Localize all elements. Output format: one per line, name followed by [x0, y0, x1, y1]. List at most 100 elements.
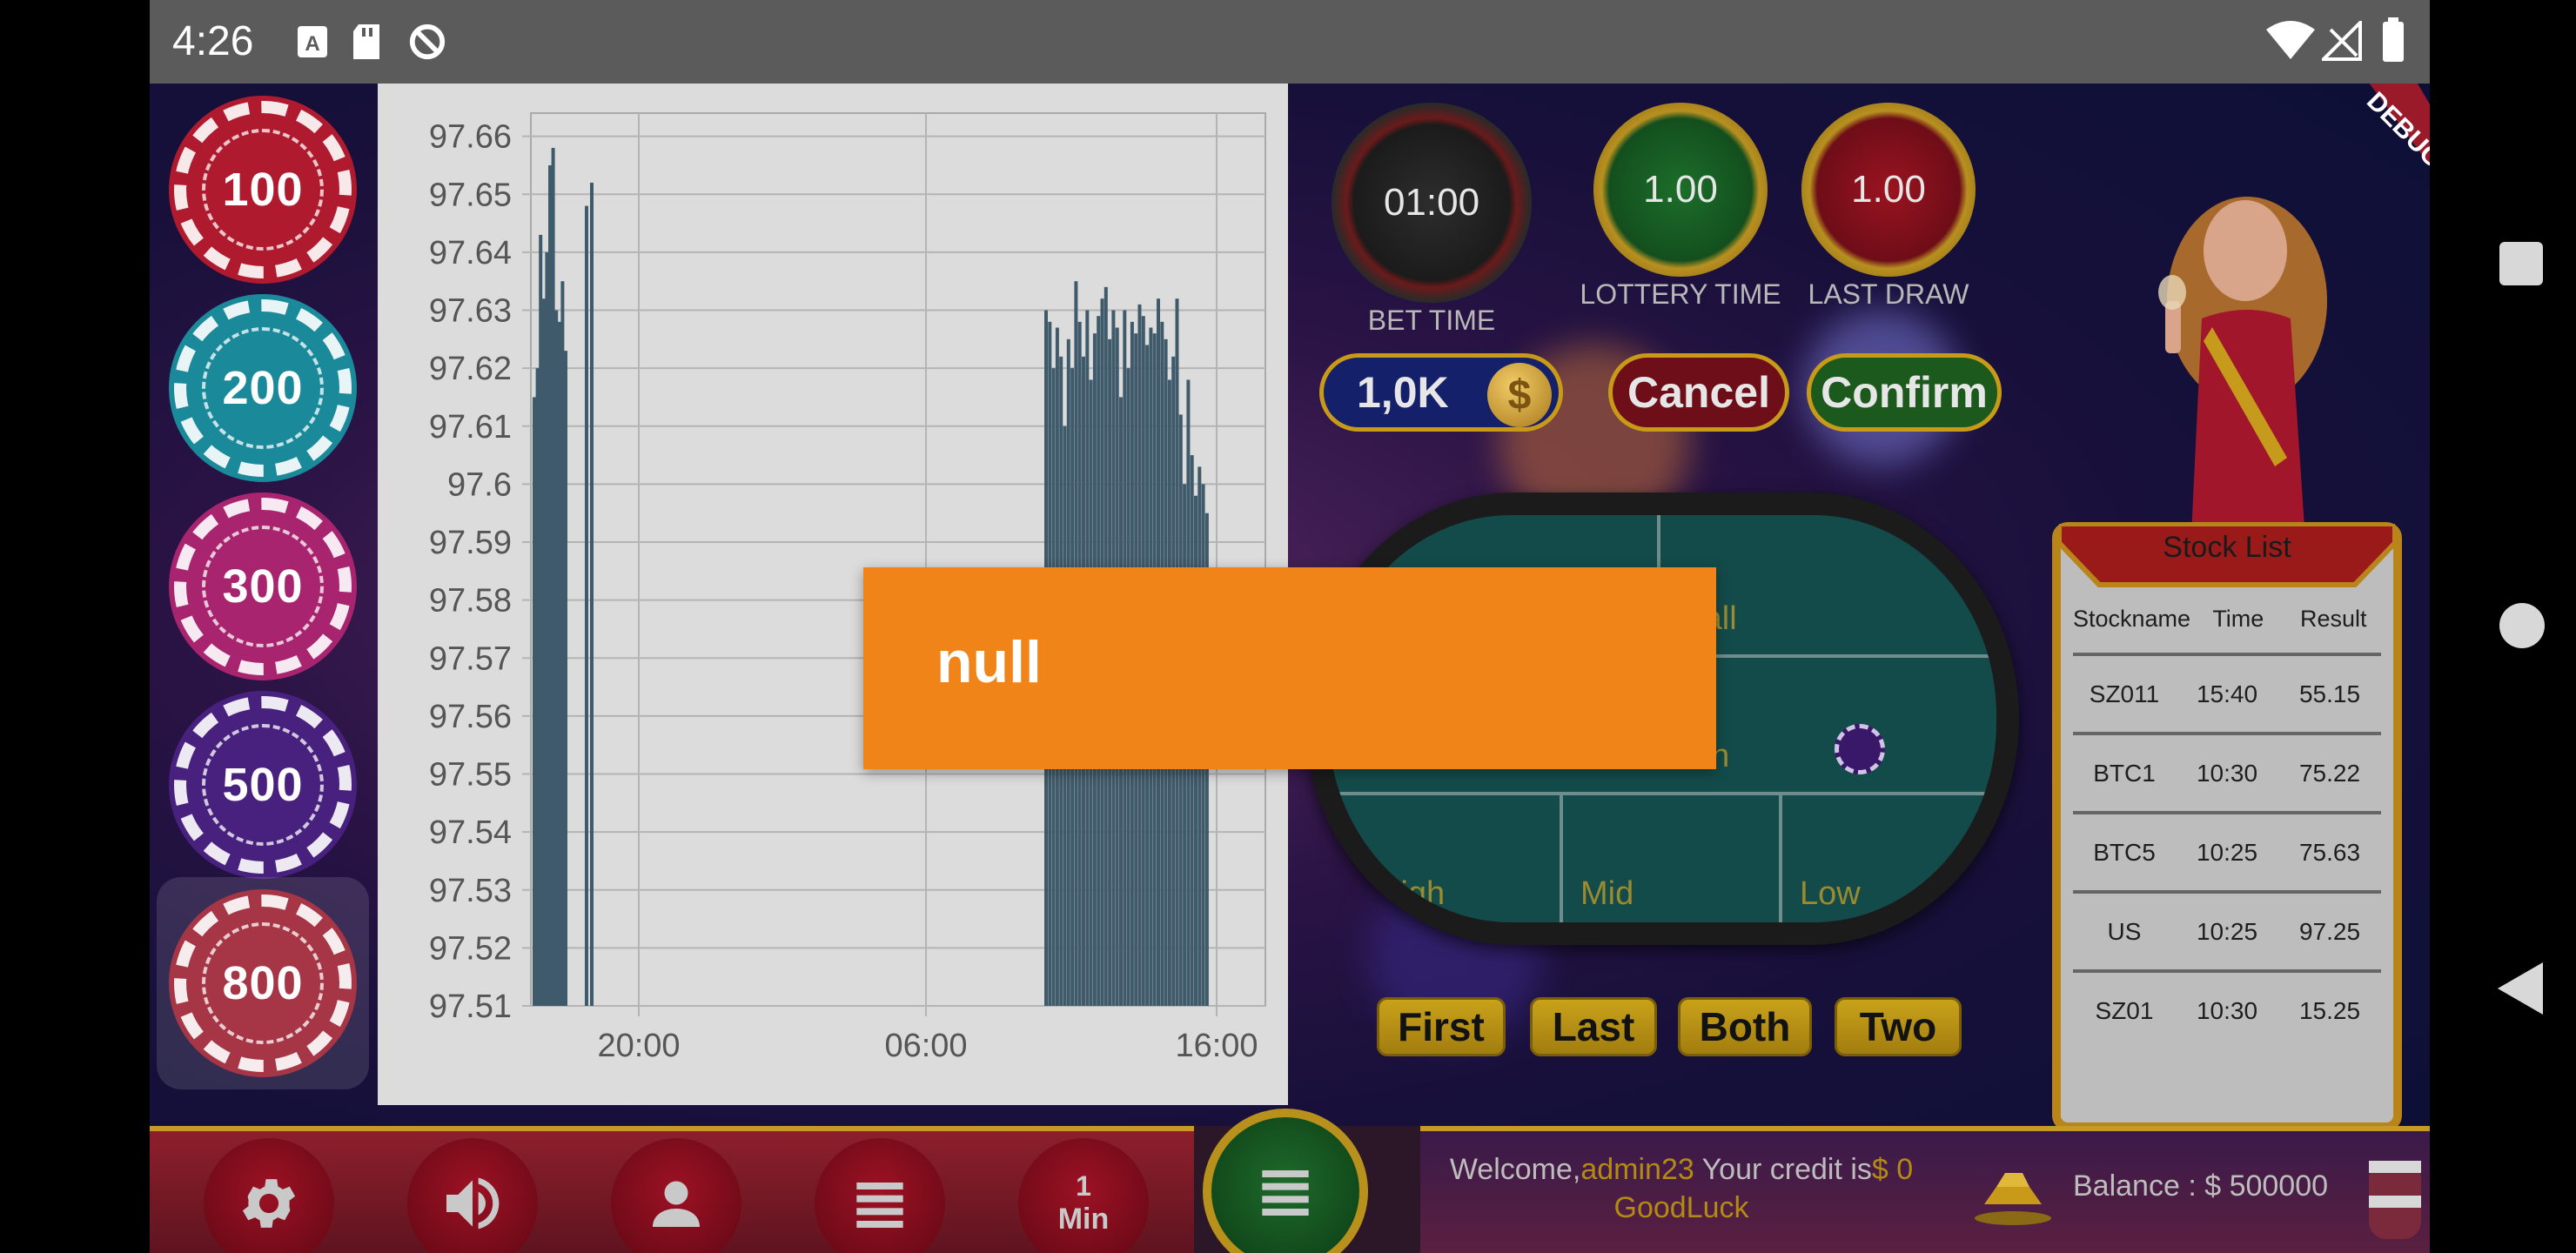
dollar-coin-icon: $	[1487, 363, 1552, 427]
debug-ribbon: DEBUG	[2361, 84, 2430, 174]
bet-last-button[interactable]: Last	[1530, 997, 1657, 1056]
bet-first-button[interactable]: First	[1377, 997, 1506, 1056]
bet-area-high[interactable]: High	[1377, 875, 1445, 913]
stock-time: 10:30	[2196, 997, 2258, 1024]
chart-bar	[564, 351, 567, 1006]
signal-icon	[2322, 21, 2362, 61]
stock-time: 10:25	[2196, 918, 2258, 945]
y-tick-label: 97.64	[429, 235, 512, 271]
bet-amount-value: 1,0K	[1357, 368, 1449, 417]
stock-list-columns: Stockname Time Result	[2073, 606, 2381, 633]
bet-time-value: 01:00	[1383, 181, 1480, 224]
lottery-time-caption: LOTTERY TIME	[1580, 278, 1781, 310]
bet-amount-display[interactable]: 1,0K $	[1319, 353, 1563, 432]
bet-area-low[interactable]: Low	[1800, 875, 1861, 913]
one-min-label: Min	[1057, 1203, 1110, 1236]
column-header: Time	[2212, 606, 2264, 632]
x-tick-label: 20:00	[597, 1028, 680, 1064]
bet-both-button[interactable]: Both	[1678, 997, 1812, 1056]
menu-icon	[1262, 1170, 1309, 1216]
last-draw-timer: 1.00 LAST DRAW	[1784, 103, 1993, 311]
table-row: SZ01 10:30 15.25	[2073, 969, 2381, 1049]
stock-list-header-banner	[2059, 524, 2395, 587]
back-button[interactable]	[2498, 962, 2543, 1015]
chart-bar	[541, 298, 546, 1006]
y-tick-label: 97.65	[429, 177, 512, 213]
cancel-button[interactable]: Cancel	[1608, 353, 1789, 432]
chip-100[interactable]: 100	[169, 96, 357, 284]
y-tick-label: 97.57	[429, 640, 512, 677]
chart-bar	[554, 310, 559, 1006]
last-draw-caption: LAST DRAW	[1808, 278, 1969, 310]
confirm-button[interactable]: Confirm	[1807, 353, 2002, 432]
gear-icon	[242, 1179, 296, 1228]
placed-chip-icon	[1835, 724, 1885, 774]
y-tick-label: 97.66	[429, 119, 512, 156]
y-tick-label: 97.61	[429, 409, 512, 446]
sd-card-icon	[353, 24, 379, 59]
svg-text:A: A	[305, 32, 319, 56]
bet-area-mid[interactable]: Mid	[1580, 875, 1633, 913]
table-divider	[1328, 792, 1996, 795]
chart-bar	[535, 368, 540, 1007]
list-icon	[856, 1183, 903, 1228]
credit-value: $ 0	[1871, 1153, 1914, 1186]
lottery-disk: 1.00	[1593, 103, 1768, 277]
stock-result: 97.25	[2298, 918, 2361, 945]
y-tick-label: 97.63	[429, 293, 512, 330]
stock-list-panel: Stock List Stockname Time Result SZ011 15…	[2052, 522, 2402, 1131]
lottery-time-timer: 1.00 LOTTERY TIME	[1554, 103, 1807, 311]
table-divider	[1560, 792, 1563, 922]
y-tick-label: 97.55	[429, 757, 512, 794]
toast-message: null	[863, 567, 1716, 769]
toast-text: null	[936, 629, 1042, 695]
status-time: 4:26	[172, 18, 254, 64]
table-row: BTC1 10:30 75.22	[2073, 732, 2381, 812]
chip-300[interactable]: 300	[169, 492, 357, 680]
chart-bar	[545, 251, 549, 1006]
y-tick-label: 97.51	[429, 988, 512, 1025]
chip-selector: 100 200 300 500 800	[157, 96, 369, 1096]
goodluck-text: GoodLuck	[1613, 1191, 1749, 1224]
stock-name: BTC1	[2093, 760, 2156, 787]
gold-bars-icon	[1975, 1173, 2051, 1225]
y-tick-label: 97.54	[429, 814, 512, 851]
stock-name: SZ011	[2089, 680, 2160, 707]
one-min-number: 1	[1076, 1170, 1091, 1202]
chart-bar	[539, 234, 543, 1007]
chip-stack-icon	[2369, 1161, 2421, 1239]
x-tick-label: 16:00	[1175, 1028, 1258, 1064]
bet-two-button[interactable]: Two	[1835, 997, 1962, 1056]
chip-value: 800	[222, 957, 304, 1009]
column-header: Stockname	[2073, 606, 2191, 632]
stock-result: 15.25	[2298, 997, 2361, 1024]
y-tick-label: 97.62	[429, 351, 512, 387]
sim-a-icon: A	[298, 26, 327, 57]
y-tick-label: 97.59	[429, 525, 512, 561]
chart-bar	[557, 321, 561, 1007]
chip-500[interactable]: 500	[169, 691, 357, 879]
username: admin23	[1580, 1153, 1694, 1186]
table-row: SZ011 15:40 55.15	[2073, 653, 2381, 733]
welcome-prefix: Welcome,	[1449, 1153, 1581, 1186]
recents-button[interactable]	[2499, 242, 2543, 285]
bet-time-caption: BET TIME	[1367, 305, 1496, 336]
table-row: US 10:25 97.25	[2073, 890, 2381, 970]
column-header: Result	[2300, 606, 2367, 632]
stock-time: 10:30	[2196, 760, 2258, 787]
stock-result: 75.63	[2298, 839, 2361, 866]
chip-value: 500	[222, 759, 304, 811]
chip-200[interactable]: 200	[169, 294, 357, 482]
chart-bar	[585, 205, 588, 1006]
x-tick-label: 06:00	[884, 1028, 967, 1064]
roulette-wheel: 01:00	[1332, 103, 1532, 303]
balance-display: Balance : $ 500000	[2073, 1169, 2329, 1203]
stock-name: US	[2107, 918, 2142, 945]
wifi-icon	[2266, 21, 2315, 59]
main-menu-button[interactable]	[1203, 1109, 1368, 1253]
last-draw-disk: 1.00	[1801, 103, 1976, 277]
chip-800[interactable]: 800	[157, 877, 369, 1089]
table-divider	[1779, 792, 1782, 922]
y-tick-label: 97.53	[429, 873, 512, 909]
home-button[interactable]	[2499, 603, 2545, 648]
